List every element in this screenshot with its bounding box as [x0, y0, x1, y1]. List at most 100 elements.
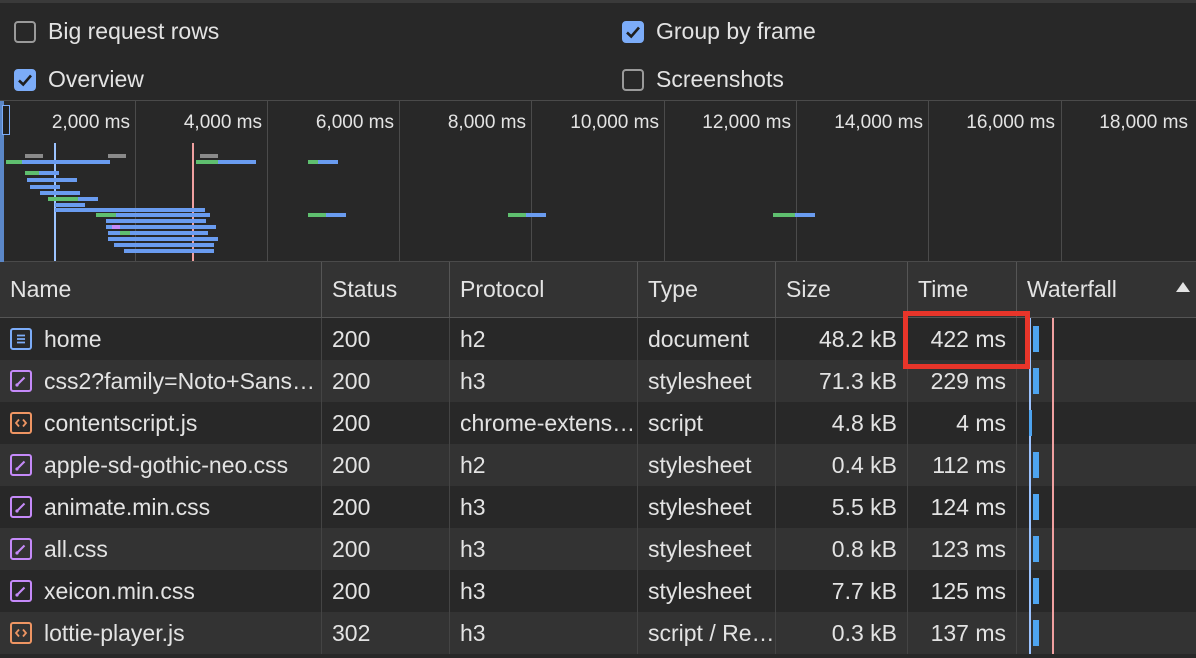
cell-name[interactable]: animate.min.css: [0, 486, 322, 528]
table-row[interactable]: all.css 200 h3 stylesheet 0.8 kB 123 ms: [0, 528, 1196, 570]
waterfall-bar: [1029, 410, 1032, 436]
checkmark-icon: [626, 26, 640, 38]
dom-content-loaded-line: [1029, 570, 1031, 612]
request-name: all.css: [44, 536, 108, 562]
cell-type: script: [638, 402, 776, 444]
cell-time: 229 ms: [908, 360, 1017, 402]
table-row[interactable]: apple-sd-gothic-neo.css 200 h2 stylesheet 0…: [0, 444, 1196, 486]
tick-label: 2,000 ms: [51, 112, 130, 133]
table-row[interactable]: xeicon.min.css 200 h3 stylesheet 7.7 kB 125 …: [0, 570, 1196, 612]
table-row[interactable]: css2?family=Noto+Sans+KR 200 h3 stylesheet…: [0, 360, 1196, 402]
cell-protocol: h3: [450, 528, 638, 570]
table-row[interactable]: lottie-player.js 302h3script / Redirect0…: [0, 612, 1196, 654]
cell-type: stylesheet: [638, 570, 776, 612]
big-request-rows-option[interactable]: Big request rows: [14, 18, 219, 45]
cell-waterfall: [1017, 528, 1196, 570]
cell-waterfall: [1017, 570, 1196, 612]
cell-protocol: h3: [450, 612, 638, 654]
cell-size: 4.8 kB: [776, 402, 908, 444]
cell-type: document: [638, 318, 776, 360]
waterfall-bar: [1033, 326, 1039, 352]
grid-line: [796, 101, 797, 261]
table-row[interactable]: contentscript.js 200 chrome-extension scri…: [0, 402, 1196, 444]
column-header-status[interactable]: Status: [322, 262, 450, 317]
request-name: xeicon.min.css: [44, 578, 195, 604]
cell-name[interactable]: contentscript.js: [0, 402, 322, 444]
cell-size: 7.7 kB: [776, 570, 908, 612]
cell-name[interactable]: css2?family=Noto+Sans+KR: [0, 360, 322, 402]
column-header-name[interactable]: Name: [0, 262, 322, 317]
cell-protocol: h2: [450, 318, 638, 360]
waterfall-bar: [1033, 494, 1039, 520]
cell-protocol: h3: [450, 486, 638, 528]
cell-time: 124 ms: [908, 486, 1017, 528]
cell-name[interactable]: lottie-player.js: [0, 612, 322, 654]
screenshots-option[interactable]: Screenshots: [622, 66, 784, 93]
table-row[interactable]: animate.min.css 200 h3 stylesheet 5.5 kB 124…: [0, 486, 1196, 528]
screenshots-checkbox[interactable]: [622, 68, 644, 91]
group-by-frame-option[interactable]: Group by frame: [622, 18, 816, 45]
cell-size: 5.5 kB: [776, 486, 908, 528]
cell-name[interactable]: apple-sd-gothic-neo.css: [0, 444, 322, 486]
cell-waterfall: [1017, 612, 1196, 654]
cell-status: 302: [322, 612, 450, 654]
tick-label: 18,000 ms: [1099, 112, 1188, 133]
cell-type: script / Redirect: [638, 612, 776, 654]
document-icon: [10, 328, 32, 350]
dom-content-loaded-line: [1029, 528, 1031, 570]
load-event-line: [1052, 570, 1054, 612]
cell-waterfall: [1017, 360, 1196, 402]
column-header-time[interactable]: Time: [908, 262, 1017, 317]
cell-protocol: h3: [450, 360, 638, 402]
network-overview-timeline[interactable]: 2,000 ms 4,000 ms 6,000 ms 8,000 ms 10,0…: [0, 100, 1196, 263]
big-request-rows-checkbox[interactable]: [14, 20, 36, 43]
cell-size: 48.2 kB: [776, 318, 908, 360]
grid-line: [928, 101, 929, 261]
waterfall-bar: [1033, 536, 1039, 562]
cell-protocol: h2: [450, 444, 638, 486]
cell-name[interactable]: home: [0, 318, 322, 360]
cell-time: 123 ms: [908, 528, 1017, 570]
load-event-line: [1052, 402, 1054, 444]
cell-name[interactable]: xeicon.min.css: [0, 570, 322, 612]
cell-waterfall: [1017, 318, 1196, 360]
table-row[interactable]: home 200 h2 document 48.2 kB 422 ms: [0, 318, 1196, 360]
table-body: home 200 h2 document 48.2 kB 422 ms css2?fam…: [0, 318, 1196, 654]
overview-checkbox[interactable]: [14, 68, 36, 91]
tick-label: 14,000 ms: [834, 112, 923, 133]
grid-line: [531, 101, 532, 261]
column-header-waterfall[interactable]: Waterfall: [1017, 262, 1196, 317]
cell-time: 125 ms: [908, 570, 1017, 612]
load-event-line: [1052, 528, 1054, 570]
tick-label: 8,000 ms: [447, 112, 526, 133]
column-header-protocol[interactable]: Protocol: [450, 262, 638, 317]
cell-type: stylesheet: [638, 360, 776, 402]
cell-protocol: h3: [450, 570, 638, 612]
tick-label: 6,000 ms: [315, 112, 394, 133]
load-event-line: [1052, 360, 1054, 402]
request-name: home: [44, 326, 102, 352]
load-event-line: [1052, 612, 1054, 654]
cell-time: 4 ms: [908, 402, 1017, 444]
waterfall-bar: [1033, 368, 1039, 394]
cell-name[interactable]: all.css: [0, 528, 322, 570]
request-name: css2?family=Noto+Sans+KR: [44, 368, 321, 394]
screenshots-label: Screenshots: [656, 66, 784, 92]
overview-option[interactable]: Overview: [14, 66, 144, 93]
script-icon: [10, 412, 32, 434]
group-by-frame-checkbox[interactable]: [622, 20, 644, 43]
cell-size: 71.3 kB: [776, 360, 908, 402]
column-header-size[interactable]: Size: [776, 262, 908, 317]
cell-protocol: chrome-extension: [450, 402, 638, 444]
cell-status: 200: [322, 444, 450, 486]
overview-label: Overview: [48, 66, 144, 92]
group-by-frame-label: Group by frame: [656, 18, 816, 44]
grid-line: [267, 101, 268, 261]
cell-type: stylesheet: [638, 444, 776, 486]
load-event-line: [1052, 318, 1054, 360]
dom-content-loaded-line: [1029, 486, 1031, 528]
column-header-type[interactable]: Type: [638, 262, 776, 317]
grid-line: [1061, 101, 1062, 261]
overview-selection-handle[interactable]: [2, 105, 10, 135]
request-name: apple-sd-gothic-neo.css: [44, 452, 289, 478]
